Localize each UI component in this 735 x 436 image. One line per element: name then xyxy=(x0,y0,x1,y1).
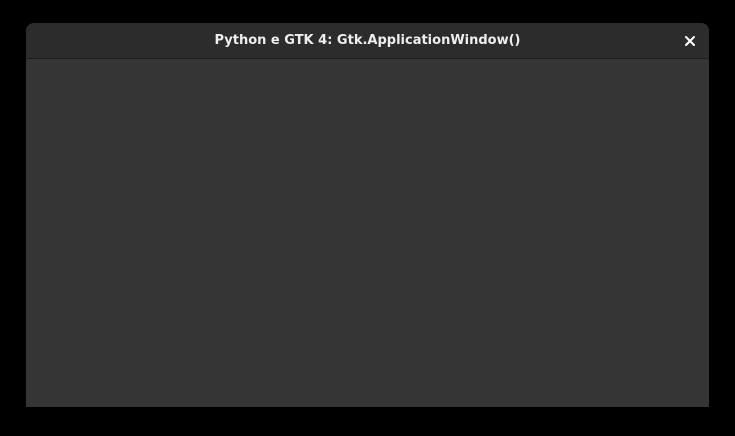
application-window: Python e GTK 4: Gtk.ApplicationWindow() xyxy=(26,23,709,407)
window-content-area xyxy=(26,59,709,407)
close-icon xyxy=(685,36,695,46)
header-bar: Python e GTK 4: Gtk.ApplicationWindow() xyxy=(26,23,709,59)
close-button[interactable] xyxy=(679,30,701,52)
window-title: Python e GTK 4: Gtk.ApplicationWindow() xyxy=(214,33,521,48)
